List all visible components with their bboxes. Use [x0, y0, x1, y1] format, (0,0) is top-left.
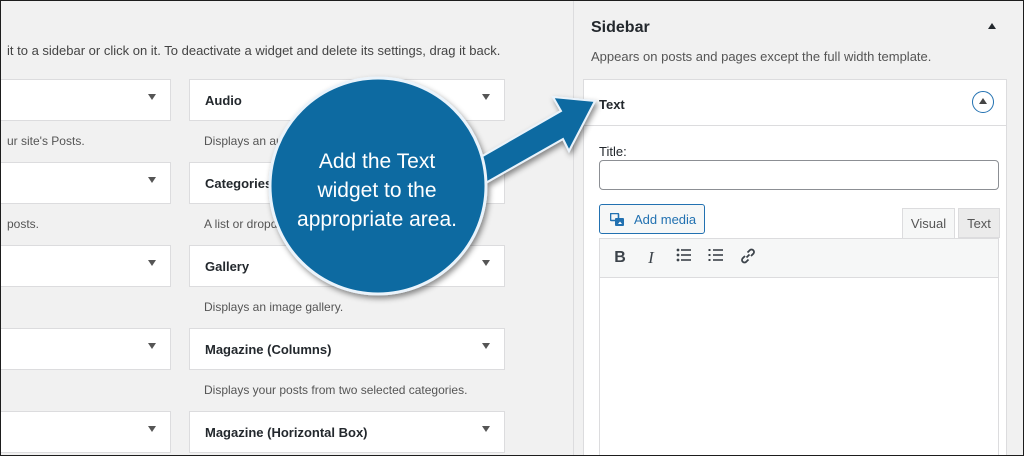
chevron-down-icon[interactable]: [148, 343, 156, 349]
media-icon: [609, 212, 626, 230]
editor-content-area[interactable]: [599, 278, 999, 455]
tab-visual[interactable]: Visual: [902, 208, 955, 238]
widget-description: posts.: [7, 217, 40, 231]
add-media-label: Add media: [634, 212, 697, 227]
sidebar-widget-area: Sidebar Appears on posts and pages excep…: [573, 1, 1023, 455]
chevron-down-icon[interactable]: [482, 260, 490, 266]
italic-icon[interactable]: I: [640, 247, 662, 269]
widget-title: Audio: [205, 93, 242, 108]
available-widget[interactable]: [1, 411, 171, 453]
available-widget[interactable]: [1, 162, 171, 204]
bullet-list-icon[interactable]: [673, 247, 695, 269]
text-widget: Text Title: Add media Visual Text B I: [583, 79, 1007, 455]
widget-magazine-horizontal-box[interactable]: Magazine (Horizontal Box): [189, 411, 505, 453]
available-widget[interactable]: [1, 79, 171, 121]
widget-gallery[interactable]: Gallery: [189, 245, 505, 287]
bold-icon[interactable]: B: [609, 247, 631, 269]
link-icon[interactable]: [737, 247, 759, 269]
editor-toolbar: B I: [599, 238, 999, 278]
widget-title: Magazine (Columns): [205, 342, 332, 357]
widget-description: Displays an image gallery.: [204, 300, 344, 314]
chevron-down-icon[interactable]: [148, 177, 156, 183]
widget-audio[interactable]: Audio: [189, 79, 505, 121]
widget-title: Magazine (Horizontal Box): [205, 425, 368, 440]
intro-text: it to a sidebar or click on it. To deact…: [7, 43, 501, 58]
widget-description: A list or dropd: [204, 217, 278, 231]
tab-text[interactable]: Text: [958, 208, 1000, 238]
collapse-arrow-icon[interactable]: [988, 23, 996, 29]
available-widget[interactable]: [1, 245, 171, 287]
chevron-down-icon[interactable]: [482, 177, 490, 183]
widget-description: Displays an au: [204, 134, 283, 148]
add-media-button[interactable]: Add media: [599, 204, 705, 234]
widget-description: Displays your posts from two selected ca…: [204, 383, 468, 397]
chevron-down-icon[interactable]: [148, 260, 156, 266]
widgets-screen: it to a sidebar or click on it. To deact…: [0, 0, 1024, 456]
chevron-down-icon[interactable]: [148, 94, 156, 100]
chevron-down-icon[interactable]: [482, 343, 490, 349]
widget-title: Gallery: [205, 259, 250, 274]
sidebar-description: Appears on posts and pages except the fu…: [591, 49, 932, 64]
title-label: Title:: [599, 144, 627, 159]
available-widget[interactable]: [1, 328, 171, 370]
widget-description: ur site's Posts.: [7, 134, 85, 148]
chevron-down-icon[interactable]: [482, 426, 490, 432]
sidebar-title: Sidebar: [591, 19, 650, 36]
text-widget-header[interactable]: Text: [584, 80, 1006, 126]
widget-magazine-columns[interactable]: Magazine (Columns): [189, 328, 505, 370]
widget-title: Categories: [205, 176, 273, 191]
numbered-list-icon[interactable]: [705, 247, 727, 269]
chevron-down-icon[interactable]: [482, 94, 490, 100]
chevron-down-icon[interactable]: [148, 426, 156, 432]
collapse-circle-icon[interactable]: [972, 91, 994, 113]
callout-text: Add the Text widget to the appropriate a…: [297, 150, 457, 231]
title-input[interactable]: [599, 160, 999, 190]
text-widget-title: Text: [599, 97, 625, 112]
